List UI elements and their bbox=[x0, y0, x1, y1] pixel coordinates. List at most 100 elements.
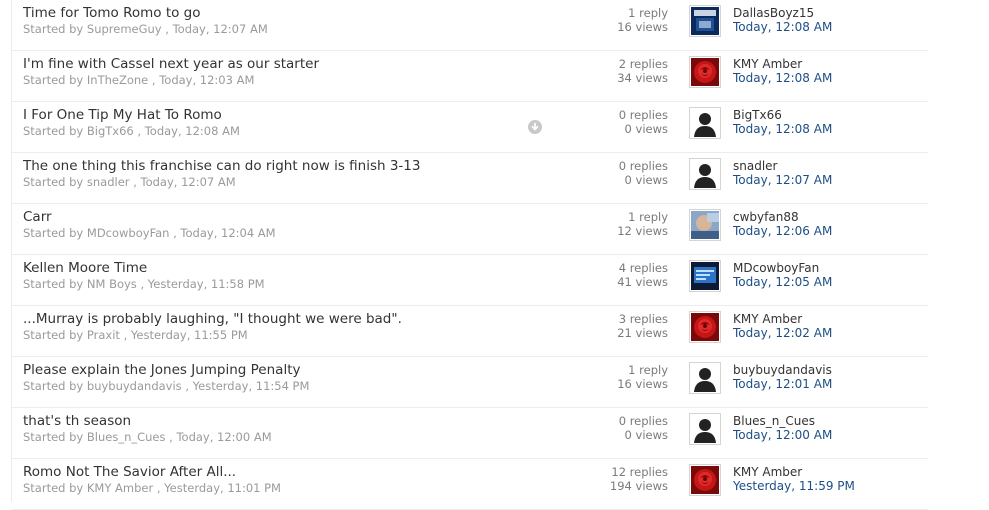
topic-stats: 0 replies 0 views bbox=[619, 159, 668, 187]
topic-row: Romo Not The Savior After All... Started… bbox=[12, 459, 928, 510]
last-poster-link[interactable]: cwbyfan88 bbox=[733, 210, 832, 224]
topic-title-link[interactable]: Romo Not The Savior After All... bbox=[23, 464, 236, 480]
topic-stats: 0 replies 0 views bbox=[619, 414, 668, 442]
jump-to-unread-icon[interactable] bbox=[528, 120, 542, 134]
last-poster-avatar[interactable] bbox=[689, 260, 721, 292]
last-poster-link[interactable]: MDcowboyFan bbox=[733, 261, 832, 275]
view-count: 21 views bbox=[617, 326, 668, 340]
started-by-label: Started by bbox=[23, 175, 84, 189]
topic-starter-link[interactable]: InTheZone bbox=[87, 73, 148, 87]
photo-avatar bbox=[691, 211, 719, 239]
last-poster-link[interactable]: KMY Amber bbox=[733, 312, 832, 326]
last-poster-avatar[interactable] bbox=[689, 158, 721, 190]
view-count: 16 views bbox=[617, 20, 668, 34]
last-poster-link[interactable]: snadler bbox=[733, 159, 832, 173]
topic-started-by: Started by SupremeGuy , Today, 12:07 AM bbox=[23, 22, 268, 36]
started-by-label: Started by bbox=[23, 277, 84, 291]
topic-started-time: , Today, 12:03 AM bbox=[151, 73, 255, 87]
last-poster-link[interactable]: KMY Amber bbox=[733, 465, 855, 479]
topic-row: I'm fine with Cassel next year as our st… bbox=[12, 51, 928, 102]
reply-count: 1 reply bbox=[628, 210, 668, 224]
topic-started-by: Started by snadler , Today, 12:07 AM bbox=[23, 175, 236, 189]
view-count: 12 views bbox=[617, 224, 668, 238]
topic-starter-link[interactable]: MDcowboyFan bbox=[87, 226, 170, 240]
topic-started-by: Started by NM Boys , Yesterday, 11:58 PM bbox=[23, 277, 265, 291]
last-poster-avatar[interactable] bbox=[689, 56, 721, 88]
topic-list: Time for Tomo Romo to go Started by Supr… bbox=[0, 0, 989, 510]
topic-starter-link[interactable]: buybuydandavis bbox=[87, 379, 182, 393]
topic-title-link[interactable]: The one thing this franchise can do righ… bbox=[23, 158, 420, 174]
started-by-label: Started by bbox=[23, 379, 84, 393]
view-count: 0 views bbox=[624, 428, 668, 442]
reply-count: 3 replies bbox=[618, 312, 668, 326]
topic-starter-link[interactable]: SupremeGuy bbox=[87, 22, 162, 36]
topic-title-link[interactable]: Kellen Moore Time bbox=[23, 260, 147, 276]
last-poster-avatar[interactable] bbox=[689, 311, 721, 343]
topic-started-time: , Today, 12:04 AM bbox=[173, 226, 276, 240]
topic-title-link[interactable]: I'm fine with Cassel next year as our st… bbox=[23, 56, 319, 72]
topic-starter-link[interactable]: BigTx66 bbox=[87, 124, 134, 138]
topic-starter-link[interactable]: KMY Amber bbox=[87, 481, 153, 495]
last-poster-link[interactable]: BigTx66 bbox=[733, 108, 832, 122]
topic-title-link[interactable]: Carr bbox=[23, 209, 52, 225]
last-poster-avatar[interactable] bbox=[689, 5, 721, 37]
started-by-label: Started by bbox=[23, 430, 84, 444]
last-poster-link[interactable]: buybuydandavis bbox=[733, 363, 832, 377]
topic-title-link[interactable]: ...Murray is probably laughing, "I thoug… bbox=[23, 311, 402, 327]
last-poster-link[interactable]: Blues_n_Cues bbox=[733, 414, 832, 428]
last-post-time-link[interactable]: Today, 12:05 AM bbox=[733, 275, 832, 289]
topic-starter-link[interactable]: Praxit bbox=[87, 328, 120, 342]
topic-stats: 3 replies 21 views bbox=[617, 312, 668, 340]
reply-count: 1 reply bbox=[628, 363, 668, 377]
red-rose-avatar bbox=[691, 313, 719, 341]
topic-row: I For One Tip My Hat To Romo Started by … bbox=[12, 102, 928, 153]
last-post-time-link[interactable]: Today, 12:06 AM bbox=[733, 224, 832, 238]
topic-started-time: , Today, 12:07 AM bbox=[133, 175, 236, 189]
last-post-info: snadler Today, 12:07 AM bbox=[733, 159, 832, 187]
topic-row: Kellen Moore Time Started by NM Boys , Y… bbox=[12, 255, 928, 306]
default-avatar bbox=[691, 364, 719, 392]
topic-started-time: , Today, 12:00 AM bbox=[169, 430, 272, 444]
topic-started-time: , Today, 12:08 AM bbox=[137, 124, 240, 138]
last-poster-avatar[interactable] bbox=[689, 413, 721, 445]
topic-started-time: , Today, 12:07 AM bbox=[165, 22, 268, 36]
started-by-label: Started by bbox=[23, 73, 84, 87]
last-poster-link[interactable]: KMY Amber bbox=[733, 57, 832, 71]
topic-title-link[interactable]: I For One Tip My Hat To Romo bbox=[23, 107, 222, 123]
team-logo-avatar bbox=[691, 7, 719, 35]
last-poster-avatar[interactable] bbox=[689, 107, 721, 139]
last-post-time-link[interactable]: Today, 12:08 AM bbox=[733, 20, 832, 34]
topic-starter-link[interactable]: NM Boys bbox=[87, 277, 137, 291]
topic-started-by: Started by Praxit , Yesterday, 11:55 PM bbox=[23, 328, 248, 342]
last-post-time-link[interactable]: Today, 12:01 AM bbox=[733, 377, 832, 391]
topic-title-link[interactable]: Time for Tomo Romo to go bbox=[23, 5, 201, 21]
reply-count: 12 replies bbox=[611, 465, 668, 479]
last-poster-avatar[interactable] bbox=[689, 362, 721, 394]
topic-started-by: Started by InTheZone , Today, 12:03 AM bbox=[23, 73, 254, 87]
topic-title-link[interactable]: Please explain the Jones Jumping Penalty bbox=[23, 362, 300, 378]
topic-row: that's th season Started by Blues_n_Cues… bbox=[12, 408, 928, 459]
last-post-info: Blues_n_Cues Today, 12:00 AM bbox=[733, 414, 832, 442]
last-post-time-link[interactable]: Yesterday, 11:59 PM bbox=[733, 479, 855, 493]
topic-started-by: Started by KMY Amber , Yesterday, 11:01 … bbox=[23, 481, 281, 495]
last-poster-avatar[interactable] bbox=[689, 209, 721, 241]
started-by-label: Started by bbox=[23, 481, 84, 495]
topic-title-link[interactable]: that's th season bbox=[23, 413, 131, 429]
last-post-time-link[interactable]: Today, 12:08 AM bbox=[733, 71, 832, 85]
topic-starter-link[interactable]: snadler bbox=[87, 175, 130, 189]
last-post-info: cwbyfan88 Today, 12:06 AM bbox=[733, 210, 832, 238]
last-post-time-link[interactable]: Today, 12:02 AM bbox=[733, 326, 832, 340]
last-post-info: DallasBoyz15 Today, 12:08 AM bbox=[733, 6, 832, 34]
last-poster-avatar[interactable] bbox=[689, 464, 721, 496]
topic-row: The one thing this franchise can do righ… bbox=[12, 153, 928, 204]
last-poster-link[interactable]: DallasBoyz15 bbox=[733, 6, 832, 20]
topic-started-time: , Yesterday, 11:01 PM bbox=[156, 481, 281, 495]
last-post-time-link[interactable]: Today, 12:07 AM bbox=[733, 173, 832, 187]
last-post-time-link[interactable]: Today, 12:00 AM bbox=[733, 428, 832, 442]
reply-count: 0 replies bbox=[618, 159, 668, 173]
last-post-time-link[interactable]: Today, 12:08 AM bbox=[733, 122, 832, 136]
started-by-label: Started by bbox=[23, 226, 84, 240]
topic-starter-link[interactable]: Blues_n_Cues bbox=[87, 430, 166, 444]
started-by-label: Started by bbox=[23, 328, 84, 342]
started-by-label: Started by bbox=[23, 124, 84, 138]
